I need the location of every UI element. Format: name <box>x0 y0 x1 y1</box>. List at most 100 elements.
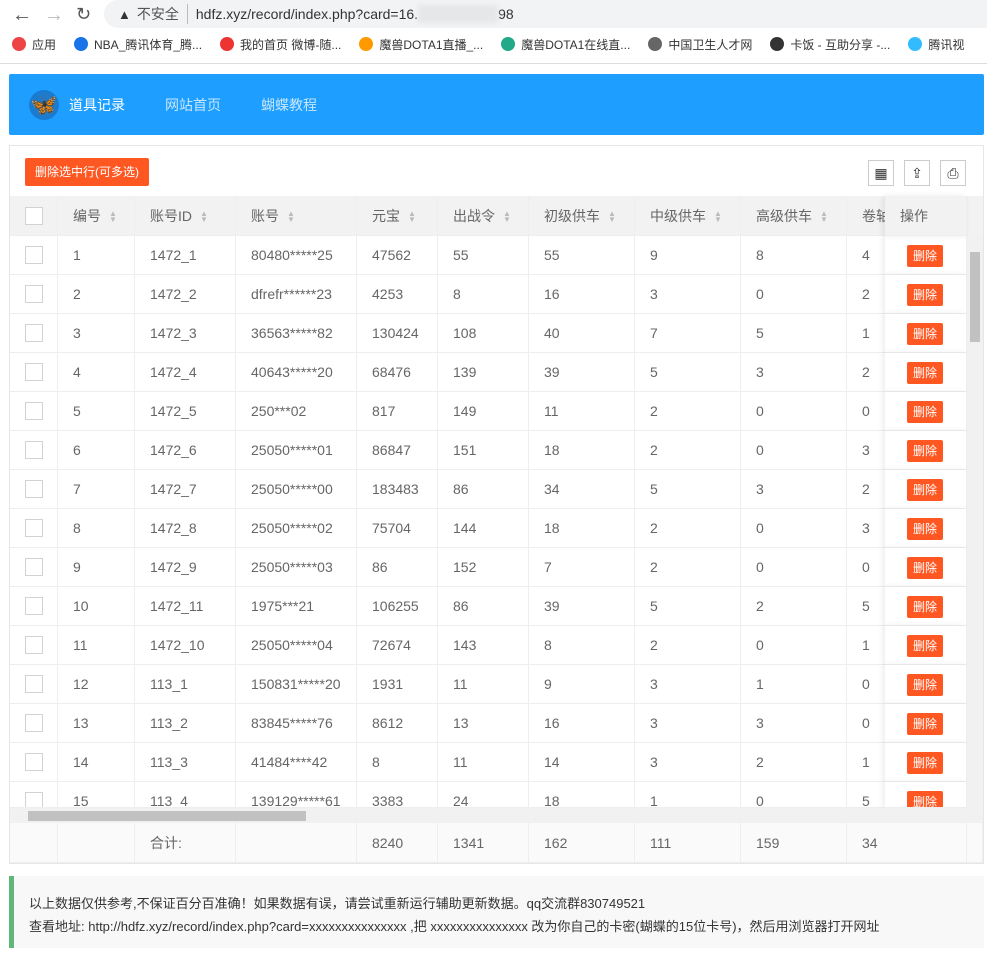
print-icon[interactable]: ⎙ <box>940 160 966 186</box>
row-checkbox-cell[interactable] <box>10 548 58 587</box>
row-delete-button[interactable]: 删除 <box>907 557 944 580</box>
row-delete-button[interactable]: 删除 <box>907 479 944 502</box>
row-checkbox-cell[interactable] <box>10 431 58 470</box>
row-checkbox-cell[interactable] <box>10 665 58 704</box>
sort-icon[interactable]: ▲ ▼ <box>408 210 416 224</box>
column-header[interactable]: 初级供车 ▲ ▼ <box>529 196 635 236</box>
column-header[interactable]: 中级供车 ▲ ▼ <box>635 196 741 236</box>
columns-filter-icon[interactable]: ▦ <box>868 160 894 186</box>
row-checkbox[interactable] <box>25 479 43 498</box>
column-header[interactable]: 出战令 ▲ ▼ <box>438 196 529 236</box>
row-checkbox[interactable] <box>25 284 43 303</box>
row-checkbox-cell[interactable] <box>10 743 58 782</box>
row-checkbox-cell[interactable] <box>10 353 58 392</box>
total-cell: 159 <box>741 823 847 863</box>
table-cell: 250***02 <box>236 392 357 431</box>
cell-value: 80480*****25 <box>251 247 333 263</box>
bookmark[interactable]: 卡饭 - 互助分享 -... <box>770 36 890 53</box>
row-checkbox[interactable] <box>25 752 43 771</box>
horizontal-scrollbar[interactable] <box>10 808 983 823</box>
table-cell: 55 <box>529 236 635 275</box>
nav-tutorial[interactable]: 蝴蝶教程 <box>261 95 317 115</box>
row-checkbox[interactable] <box>25 440 43 459</box>
row-checkbox[interactable] <box>25 557 43 576</box>
select-all-checkbox[interactable] <box>25 206 43 225</box>
row-delete-button[interactable]: 删除 <box>907 284 944 307</box>
row-delete-button[interactable]: 删除 <box>907 713 944 736</box>
bookmark[interactable]: 中国卫生人才网 <box>648 36 752 53</box>
bookmark[interactable]: 魔兽DOTA1直播_... <box>359 36 483 53</box>
row-checkbox-cell[interactable] <box>10 782 58 808</box>
row-checkbox-cell[interactable] <box>10 509 58 548</box>
nav-records[interactable]: 道具记录 <box>69 95 125 115</box>
sort-icon[interactable]: ▲ ▼ <box>820 210 828 224</box>
sort-icon[interactable]: ▲ ▼ <box>109 210 117 224</box>
row-delete-button[interactable]: 删除 <box>907 401 944 424</box>
row-delete-button[interactable]: 删除 <box>907 440 944 463</box>
row-checkbox[interactable] <box>25 674 43 693</box>
table-cell: 1472_7 <box>135 470 236 509</box>
table-cell: 9 <box>529 665 635 704</box>
cell-value: 1472_8 <box>150 520 197 536</box>
vertical-scrollbar[interactable] <box>967 236 983 808</box>
row-checkbox-cell[interactable] <box>10 236 58 275</box>
bookmark[interactable]: 应用 <box>12 36 56 53</box>
reload-icon[interactable]: ↻ <box>76 4 91 25</box>
select-all-cell[interactable] <box>10 196 58 236</box>
bookmark[interactable]: 魔兽DOTA1在线直... <box>501 36 630 53</box>
row-checkbox-cell[interactable] <box>10 314 58 353</box>
table-cell: 5 <box>741 314 847 353</box>
column-header[interactable]: 元宝 ▲ ▼ <box>357 196 438 236</box>
column-header[interactable]: 账号ID ▲ ▼ <box>135 196 236 236</box>
row-checkbox[interactable] <box>25 635 43 654</box>
row-delete-button[interactable]: 删除 <box>907 752 944 775</box>
back-icon[interactable]: ← <box>12 4 32 27</box>
row-checkbox[interactable] <box>25 362 43 381</box>
column-header[interactable]: 账号 ▲ ▼ <box>236 196 357 236</box>
row-checkbox[interactable] <box>25 323 43 342</box>
row-delete-button[interactable]: 删除 <box>907 791 944 807</box>
column-header[interactable]: 高级供车 ▲ ▼ <box>741 196 847 236</box>
row-checkbox[interactable] <box>25 518 43 537</box>
horizontal-scroll-thumb[interactable] <box>28 811 306 821</box>
row-delete-button[interactable]: 删除 <box>907 362 944 385</box>
sort-icon[interactable]: ▲ ▼ <box>714 210 722 224</box>
forward-icon[interactable]: → <box>44 4 64 27</box>
row-checkbox[interactable] <box>25 401 43 420</box>
table-cell: 86847 <box>357 431 438 470</box>
sort-icon[interactable]: ▲ ▼ <box>608 210 616 224</box>
row-checkbox[interactable] <box>25 713 43 732</box>
cell-value: 13 <box>73 715 89 731</box>
row-checkbox[interactable] <box>25 791 43 807</box>
nav-home[interactable]: 网站首页 <box>165 95 221 115</box>
bookmark-icon <box>770 37 785 51</box>
bookmark[interactable]: NBA_腾讯体育_腾... <box>74 36 202 53</box>
row-delete-button[interactable]: 删除 <box>907 596 944 619</box>
row-delete-button[interactable]: 删除 <box>907 518 944 541</box>
row-checkbox-cell[interactable] <box>10 626 58 665</box>
row-delete-button[interactable]: 删除 <box>907 635 944 658</box>
row-checkbox-cell[interactable] <box>10 275 58 314</box>
column-header[interactable]: 编号 ▲ ▼ <box>58 196 135 236</box>
row-checkbox-cell[interactable] <box>10 587 58 626</box>
vertical-scroll-thumb[interactable] <box>970 252 980 342</box>
row-checkbox-cell[interactable] <box>10 470 58 509</box>
row-checkbox[interactable] <box>25 596 43 615</box>
sort-icon[interactable]: ▲ ▼ <box>200 210 208 224</box>
row-checkbox-cell[interactable] <box>10 704 58 743</box>
cell-value: 139 <box>453 364 477 380</box>
export-icon[interactable]: ⇪ <box>904 160 930 186</box>
row-delete-button[interactable]: 删除 <box>907 323 944 346</box>
address-bar[interactable]: ▲ 不安全 hdfz.xyz/record/index.php?card=16.… <box>104 0 987 28</box>
row-checkbox[interactable] <box>25 245 43 264</box>
column-header-action: 操作 <box>885 196 967 236</box>
sort-icon[interactable]: ▲ ▼ <box>287 210 295 224</box>
bookmark[interactable]: 腾讯视 <box>908 36 964 53</box>
table-cell: 25050*****00 <box>236 470 357 509</box>
row-delete-button[interactable]: 删除 <box>907 674 944 697</box>
delete-selected-button[interactable]: 删除选中行(可多选) <box>25 158 149 186</box>
row-delete-button[interactable]: 删除 <box>907 245 944 268</box>
sort-icon[interactable]: ▲ ▼ <box>503 210 511 224</box>
bookmark[interactable]: 我的首页 微博-随... <box>220 36 341 53</box>
row-checkbox-cell[interactable] <box>10 392 58 431</box>
